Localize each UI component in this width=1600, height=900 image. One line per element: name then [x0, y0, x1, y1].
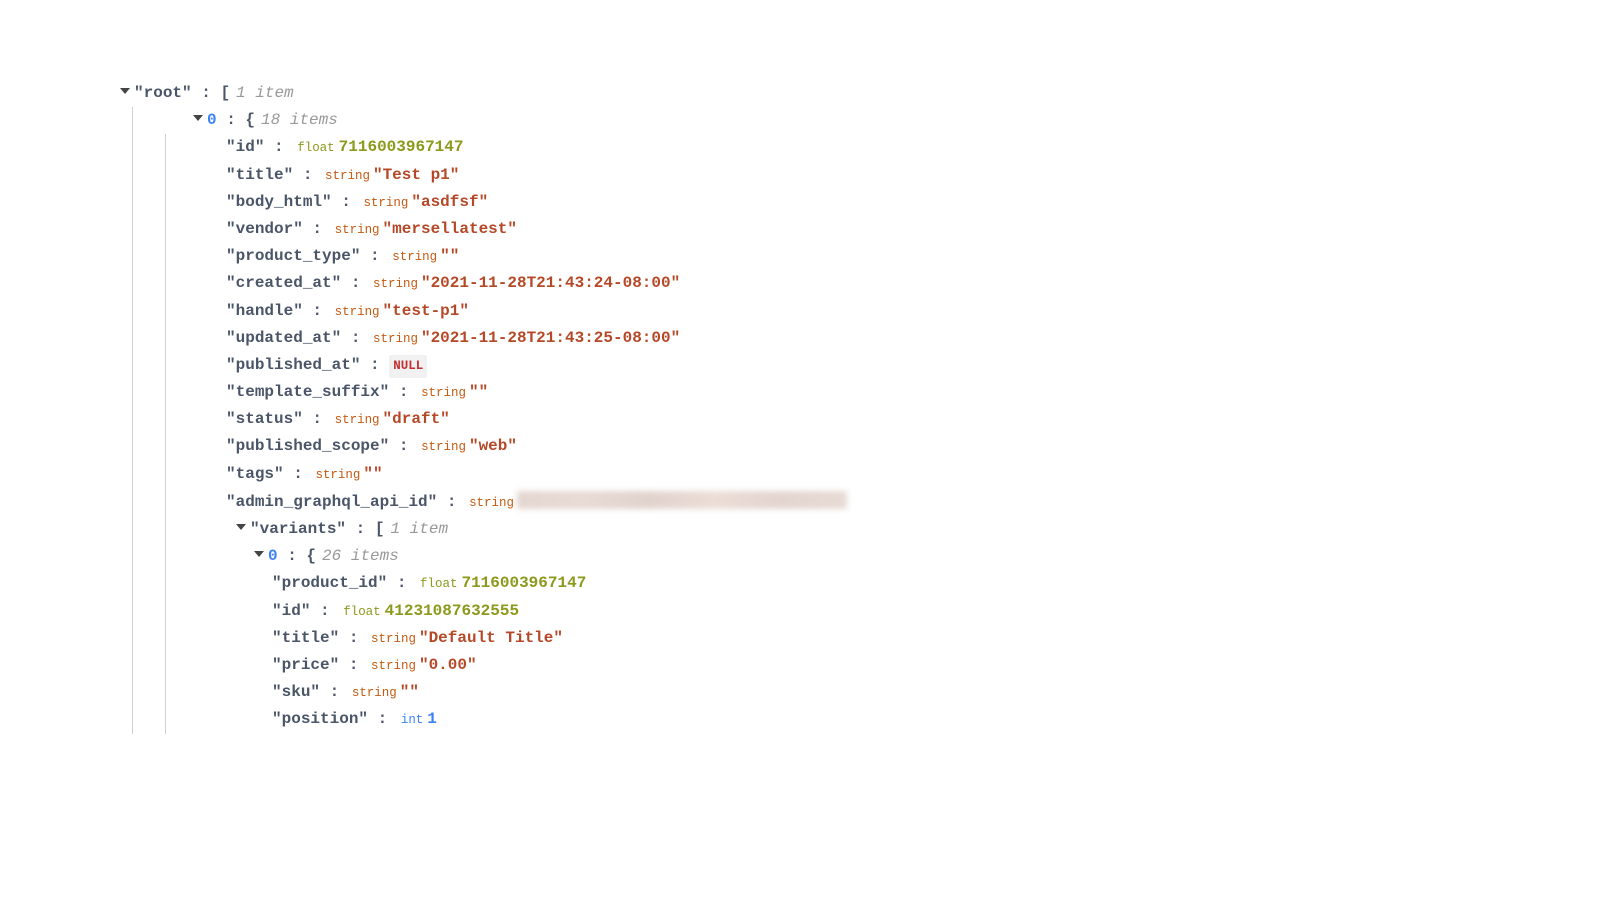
chevron-down-icon[interactable] — [254, 551, 264, 557]
field-variant-title[interactable]: title : string Default Title — [174, 625, 1600, 652]
field-published-at[interactable]: published_at : NULL — [174, 352, 1600, 379]
field-title[interactable]: title : string Test p1 — [174, 162, 1600, 189]
field-product-type[interactable]: product_type : string — [174, 243, 1600, 270]
field-id[interactable]: id : float 7116003967147 — [174, 134, 1600, 161]
count-root: 1 item — [236, 80, 294, 107]
field-body-html[interactable]: body_html : string asdfsf — [174, 189, 1600, 216]
field-handle[interactable]: handle : string test-p1 — [174, 298, 1600, 325]
index-0: 0 — [207, 107, 217, 134]
field-variant-position[interactable]: position : int 1 — [174, 706, 1600, 733]
field-created-at[interactable]: created_at : string 2021-11-28T21:43:24-… — [174, 270, 1600, 297]
chevron-down-icon[interactable] — [120, 88, 130, 94]
node-variant-0[interactable]: 0 : { 26 items — [174, 543, 1600, 570]
field-variant-price[interactable]: price : string 0.00 — [174, 652, 1600, 679]
chevron-down-icon[interactable] — [193, 115, 203, 121]
field-tags[interactable]: tags : string — [174, 461, 1600, 488]
chevron-down-icon[interactable] — [236, 524, 246, 530]
field-updated-at[interactable]: updated_at : string 2021-11-28T21:43:25-… — [174, 325, 1600, 352]
node-root[interactable]: root : [ 1 item — [120, 80, 1600, 107]
field-variant-id[interactable]: id : float 41231087632555 — [174, 598, 1600, 625]
key-root: root — [134, 80, 192, 107]
field-status[interactable]: status : string draft — [174, 406, 1600, 433]
field-template-suffix[interactable]: template_suffix : string — [174, 379, 1600, 406]
field-variant-sku[interactable]: sku : string — [174, 679, 1600, 706]
redacted-value — [517, 491, 847, 509]
node-item-0[interactable]: 0 : { 18 items — [157, 107, 1600, 134]
count-item-0: 18 items — [261, 107, 338, 134]
field-vendor[interactable]: vendor : string mersellatest — [174, 216, 1600, 243]
field-admin-graphql-api-id[interactable]: admin_graphql_api_id : string — [174, 488, 1600, 516]
json-tree: root : [ 1 item 0 : { 18 items id : floa… — [120, 80, 1600, 734]
field-published-scope[interactable]: published_scope : string web — [174, 433, 1600, 460]
node-variants[interactable]: variants : [ 1 item — [174, 516, 1600, 543]
field-variant-product-id[interactable]: product_id : float 7116003967147 — [174, 570, 1600, 597]
